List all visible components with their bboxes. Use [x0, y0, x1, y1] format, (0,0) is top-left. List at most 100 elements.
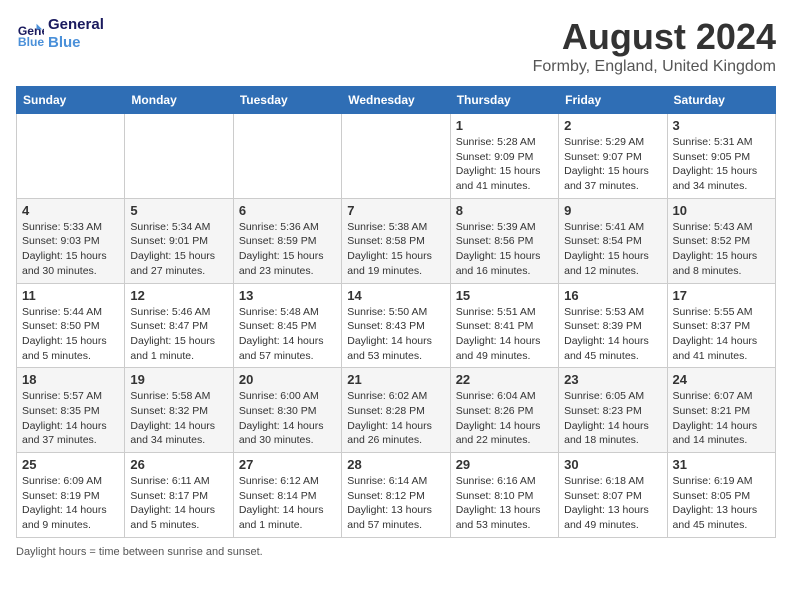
weekday-header-cell: Saturday — [667, 87, 775, 114]
day-info: Sunrise: 5:39 AMSunset: 8:56 PMDaylight:… — [456, 220, 553, 279]
calendar-cell: 13 Sunrise: 5:48 AMSunset: 8:45 PMDayligh… — [233, 283, 341, 368]
title-area: August 2024 Formby, England, United King… — [533, 16, 776, 76]
day-number: 14 — [347, 288, 444, 303]
day-info: Sunrise: 5:46 AMSunset: 8:47 PMDaylight:… — [130, 305, 227, 364]
day-info: Sunrise: 6:00 AMSunset: 8:30 PMDaylight:… — [239, 389, 336, 448]
day-number: 10 — [673, 203, 770, 218]
calendar-cell: 23Sunrise: 6:05 AMSunset: 8:23 PMDayligh… — [559, 368, 667, 453]
day-number: 1 — [456, 118, 553, 133]
calendar-cell: 4 Sunrise: 5:33 AMSunset: 9:03 PMDaylight… — [17, 198, 125, 283]
day-info: Sunrise: 5:48 AMSunset: 8:45 PMDaylight:… — [239, 305, 336, 364]
day-number: 5 — [130, 203, 227, 218]
day-info: Sunrise: 6:19 AMSunset: 8:05 PMDaylight:… — [673, 474, 770, 533]
logo-text-blue: Blue — [48, 34, 104, 52]
day-info: Sunrise: 5:33 AMSunset: 9:03 PMDaylight:… — [22, 220, 119, 279]
day-number: 2 — [564, 118, 661, 133]
day-number: 11 — [22, 288, 119, 303]
weekday-header-cell: Sunday — [17, 87, 125, 114]
calendar-cell: 12 Sunrise: 5:46 AMSunset: 8:47 PMDayligh… — [125, 283, 233, 368]
day-number: 25 — [22, 457, 119, 472]
calendar-cell — [342, 114, 450, 199]
day-number: 28 — [347, 457, 444, 472]
calendar-cell: 16 Sunrise: 5:53 AMSunset: 8:39 PMDayligh… — [559, 283, 667, 368]
day-info: Sunrise: 5:28 AMSunset: 9:09 PMDaylight:… — [456, 135, 553, 194]
calendar-week-row: 25 Sunrise: 6:09 AMSunset: 8:19 PMDayligh… — [17, 453, 776, 538]
day-info: Sunrise: 5:41 AMSunset: 8:54 PMDaylight:… — [564, 220, 661, 279]
calendar-week-row: 1 Sunrise: 5:28 AMSunset: 9:09 PMDaylight… — [17, 114, 776, 199]
day-number: 9 — [564, 203, 661, 218]
day-number: 7 — [347, 203, 444, 218]
calendar-cell: 7 Sunrise: 5:38 AMSunset: 8:58 PMDaylight… — [342, 198, 450, 283]
calendar-cell: 1 Sunrise: 5:28 AMSunset: 9:09 PMDaylight… — [450, 114, 558, 199]
calendar-cell: 10 Sunrise: 5:43 AMSunset: 8:52 PMDayligh… — [667, 198, 775, 283]
calendar-cell: 25 Sunrise: 6:09 AMSunset: 8:19 PMDayligh… — [17, 453, 125, 538]
day-number: 18 — [22, 372, 119, 387]
day-number: 20 — [239, 372, 336, 387]
day-info: Sunrise: 6:07 AMSunset: 8:21 PMDaylight:… — [673, 389, 770, 448]
day-info: Sunrise: 5:51 AMSunset: 8:41 PMDaylight:… — [456, 305, 553, 364]
day-info: Sunrise: 5:53 AMSunset: 8:39 PMDaylight:… — [564, 305, 661, 364]
calendar-cell — [17, 114, 125, 199]
day-number: 22 — [456, 372, 553, 387]
calendar-week-row: 4 Sunrise: 5:33 AMSunset: 9:03 PMDaylight… — [17, 198, 776, 283]
day-info: Sunrise: 6:16 AMSunset: 8:10 PMDaylight:… — [456, 474, 553, 533]
day-info: Sunrise: 5:34 AMSunset: 9:01 PMDaylight:… — [130, 220, 227, 279]
day-number: 19 — [130, 372, 227, 387]
logo-text-general: General — [48, 16, 104, 34]
day-info: Sunrise: 6:11 AMSunset: 8:17 PMDaylight:… — [130, 474, 227, 533]
calendar-cell: 3 Sunrise: 5:31 AMSunset: 9:05 PMDaylight… — [667, 114, 775, 199]
calendar-cell: 21Sunrise: 6:02 AMSunset: 8:28 PMDayligh… — [342, 368, 450, 453]
weekday-header-cell: Tuesday — [233, 87, 341, 114]
day-number: 21 — [347, 372, 444, 387]
calendar-cell: 17 Sunrise: 5:55 AMSunset: 8:37 PMDayligh… — [667, 283, 775, 368]
calendar-cell: 27 Sunrise: 6:12 AMSunset: 8:14 PMDayligh… — [233, 453, 341, 538]
calendar-cell: 15 Sunrise: 5:51 AMSunset: 8:41 PMDayligh… — [450, 283, 558, 368]
calendar-cell: 2 Sunrise: 5:29 AMSunset: 9:07 PMDaylight… — [559, 114, 667, 199]
weekday-header-cell: Wednesday — [342, 87, 450, 114]
day-number: 6 — [239, 203, 336, 218]
day-info: Sunrise: 6:12 AMSunset: 8:14 PMDaylight:… — [239, 474, 336, 533]
day-info: Sunrise: 5:38 AMSunset: 8:58 PMDaylight:… — [347, 220, 444, 279]
day-number: 3 — [673, 118, 770, 133]
weekday-header-cell: Friday — [559, 87, 667, 114]
day-info: Sunrise: 5:31 AMSunset: 9:05 PMDaylight:… — [673, 135, 770, 194]
day-number: 24 — [673, 372, 770, 387]
day-number: 15 — [456, 288, 553, 303]
month-title: August 2024 — [533, 16, 776, 58]
weekday-header-cell: Monday — [125, 87, 233, 114]
day-info: Sunrise: 5:44 AMSunset: 8:50 PMDaylight:… — [22, 305, 119, 364]
logo-icon: General Blue — [16, 20, 44, 48]
day-info: Sunrise: 5:55 AMSunset: 8:37 PMDaylight:… — [673, 305, 770, 364]
day-info: Sunrise: 6:14 AMSunset: 8:12 PMDaylight:… — [347, 474, 444, 533]
calendar-cell: 22 Sunrise: 6:04 AMSunset: 8:26 PMDayligh… — [450, 368, 558, 453]
calendar-cell: 6Sunrise: 5:36 AMSunset: 8:59 PMDaylight… — [233, 198, 341, 283]
location-title: Formby, England, United Kingdom — [533, 58, 776, 76]
day-number: 17 — [673, 288, 770, 303]
day-number: 16 — [564, 288, 661, 303]
day-number: 23 — [564, 372, 661, 387]
calendar-cell: 18Sunrise: 5:57 AMSunset: 8:35 PMDayligh… — [17, 368, 125, 453]
calendar-cell: 28 Sunrise: 6:14 AMSunset: 8:12 PMDayligh… — [342, 453, 450, 538]
calendar-cell: 11 Sunrise: 5:44 AMSunset: 8:50 PMDayligh… — [17, 283, 125, 368]
day-number: 4 — [22, 203, 119, 218]
day-number: 30 — [564, 457, 661, 472]
day-info: Sunrise: 6:04 AMSunset: 8:26 PMDaylight:… — [456, 389, 553, 448]
day-number: 26 — [130, 457, 227, 472]
day-info: Sunrise: 6:09 AMSunset: 8:19 PMDaylight:… — [22, 474, 119, 533]
day-info: Sunrise: 5:43 AMSunset: 8:52 PMDaylight:… — [673, 220, 770, 279]
calendar-body: 1 Sunrise: 5:28 AMSunset: 9:09 PMDaylight… — [17, 114, 776, 538]
calendar-cell: 14 Sunrise: 5:50 AMSunset: 8:43 PMDayligh… — [342, 283, 450, 368]
calendar-cell: 24 Sunrise: 6:07 AMSunset: 8:21 PMDayligh… — [667, 368, 775, 453]
day-number: 31 — [673, 457, 770, 472]
logo: General Blue General Blue — [16, 16, 104, 52]
day-number: 12 — [130, 288, 227, 303]
weekday-header-row: SundayMondayTuesdayWednesdayThursdayFrid… — [17, 87, 776, 114]
day-number: 27 — [239, 457, 336, 472]
day-info: Sunrise: 5:29 AMSunset: 9:07 PMDaylight:… — [564, 135, 661, 194]
calendar-cell: 19Sunrise: 5:58 AMSunset: 8:32 PMDayligh… — [125, 368, 233, 453]
day-info: Sunrise: 5:50 AMSunset: 8:43 PMDaylight:… — [347, 305, 444, 364]
calendar-cell — [233, 114, 341, 199]
weekday-header-cell: Thursday — [450, 87, 558, 114]
day-number: 13 — [239, 288, 336, 303]
calendar-week-row: 18Sunrise: 5:57 AMSunset: 8:35 PMDayligh… — [17, 368, 776, 453]
